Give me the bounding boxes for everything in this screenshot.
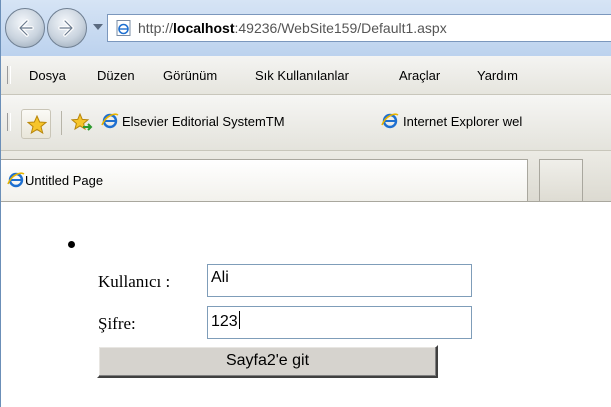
browser-window: http://localhost:49236/WebSite159/Defaul… [0, 0, 611, 407]
url-text: http://localhost:49236/WebSite159/Defaul… [138, 20, 447, 36]
history-dropdown-icon[interactable] [93, 24, 103, 30]
username-input[interactable]: Ali [207, 264, 472, 297]
add-favorites-icon[interactable] [71, 113, 93, 133]
goto-page2-button[interactable]: Sayfa2'e git [97, 345, 438, 378]
username-value: Ali [211, 269, 229, 286]
toolbar-grip[interactable] [7, 66, 11, 84]
address-field[interactable]: http://localhost:49236/WebSite159/Defaul… [107, 14, 611, 42]
menu-dosya[interactable]: Dosya [29, 68, 66, 83]
favorite-link-elsevier[interactable]: Elsevier Editorial SystemTM [122, 114, 285, 129]
username-label: Kullanıcı : [98, 272, 171, 291]
menu-araclar[interactable]: Araçlar [399, 68, 440, 83]
forward-arrow-icon [58, 19, 74, 37]
back-arrow-icon [18, 19, 34, 37]
toolbar-grip[interactable] [7, 113, 11, 131]
text-caret [238, 311, 240, 329]
password-label: Şifre: [98, 314, 136, 333]
ie-page-icon [116, 20, 131, 36]
tab-bar: Untitled Page [1, 151, 611, 202]
favorites-button[interactable] [21, 109, 51, 139]
star-icon [27, 115, 47, 135]
page-content: Kullanıcı : Ali Şifre: 123 Sayfa2'e git [1, 202, 611, 407]
address-bar-row: http://localhost:49236/WebSite159/Defaul… [1, 0, 611, 57]
ie-icon [101, 113, 119, 129]
menu-sik-kullanilanlar[interactable]: Sık Kullanılanlar [255, 68, 349, 83]
tab-title: Untitled Page [25, 173, 104, 188]
menu-bar: Dosya Düzen Görünüm Sık Kullanılanlar Ar… [1, 56, 611, 95]
ie-icon [381, 113, 399, 129]
ie-icon [7, 172, 25, 188]
password-input[interactable]: 123 [207, 306, 472, 339]
password-value: 123 [211, 313, 238, 330]
back-button[interactable] [5, 8, 45, 48]
menu-gorunum[interactable]: Görünüm [163, 68, 217, 83]
toolbar-separator [61, 111, 62, 135]
list-bullet [68, 241, 75, 248]
forward-button[interactable] [47, 8, 87, 48]
menu-yardim[interactable]: Yardım [477, 68, 518, 83]
favorites-bar: Elsevier Editorial SystemTM Internet Exp… [1, 95, 611, 151]
favorite-link-ie-welcome[interactable]: Internet Explorer wel [403, 114, 522, 129]
tab-untitled-page[interactable]: Untitled Page [1, 159, 528, 201]
new-tab-button[interactable] [539, 159, 583, 201]
menu-duzen[interactable]: Düzen [97, 68, 135, 83]
